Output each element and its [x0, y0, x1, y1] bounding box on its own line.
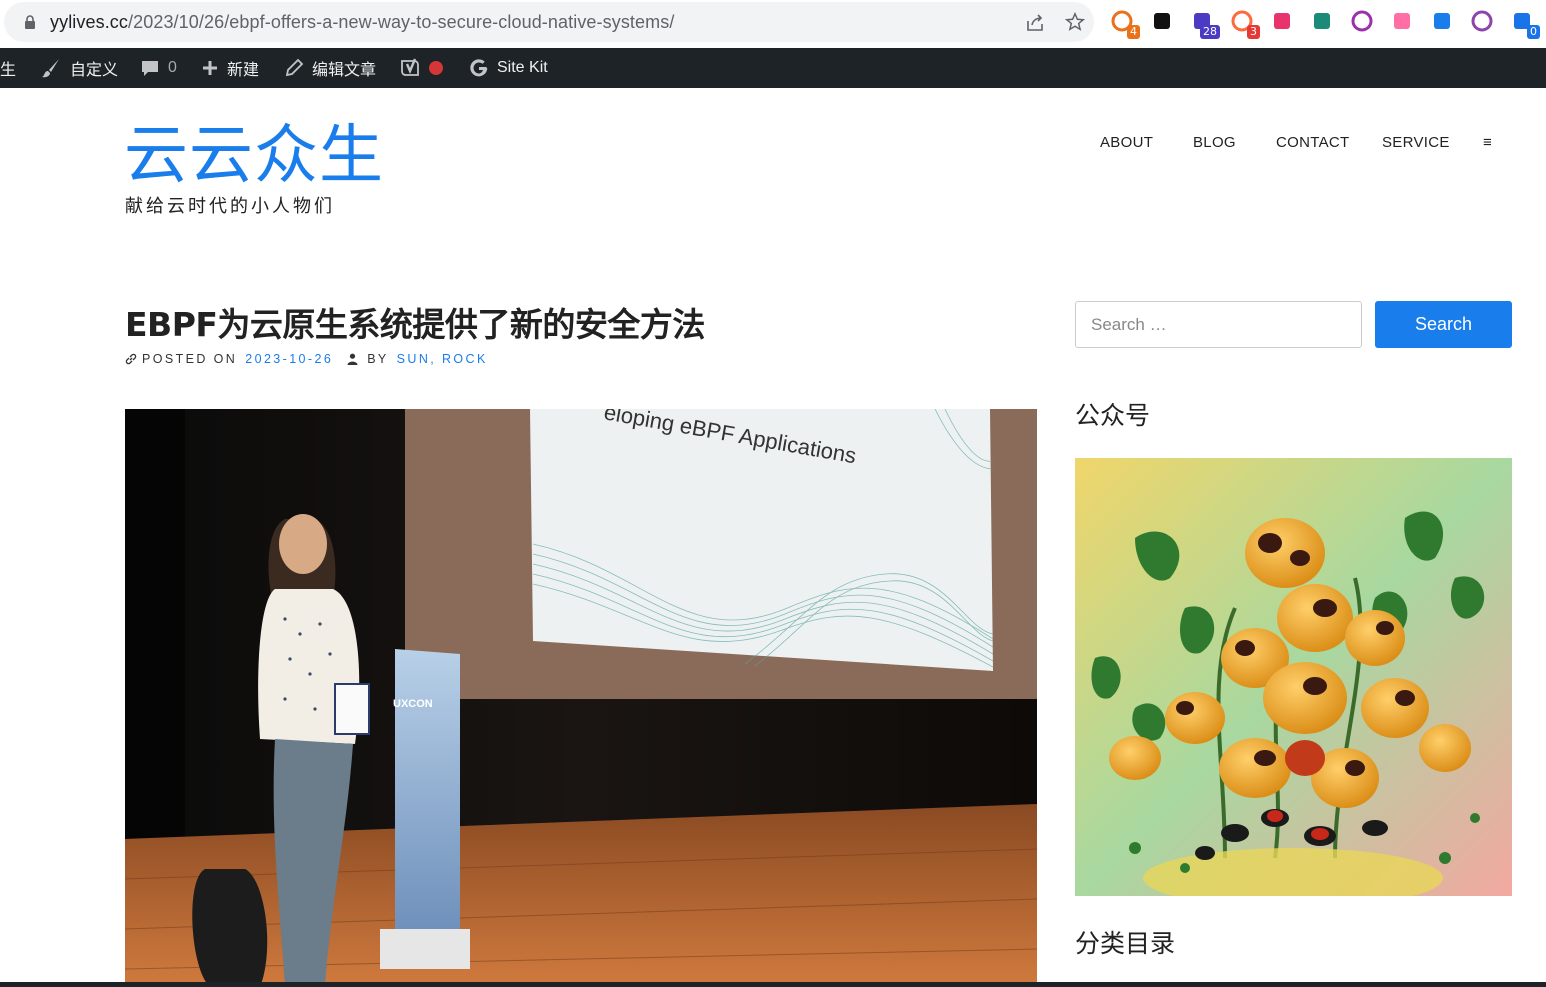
- nav-service[interactable]: SERVICE: [1382, 134, 1450, 151]
- address-bar[interactable]: yylives.cc/2023/10/26/ebpf-offers-a-new-…: [4, 2, 1094, 42]
- ext-7-extension-icon[interactable]: [1350, 9, 1374, 33]
- share-icon[interactable]: [1024, 12, 1046, 34]
- admin-new[interactable]: 新建: [201, 48, 259, 88]
- site-description: 献给云时代的小人物们: [125, 196, 335, 217]
- site-title[interactable]: 云云众生: [124, 118, 384, 194]
- admin-customize[interactable]: 自定义: [40, 48, 118, 88]
- search-input[interactable]: Search …: [1075, 301, 1362, 348]
- bottom-edge: [0, 982, 1546, 987]
- nav-blog[interactable]: BLOG: [1193, 134, 1236, 151]
- admin-site-kit[interactable]: Site Kit: [469, 48, 548, 88]
- admin-site-name-label: 生: [0, 62, 17, 79]
- podium-text: UXCON: [393, 698, 433, 710]
- url-text[interactable]: yylives.cc/2023/10/26/ebpf-offers-a-new-…: [50, 12, 674, 33]
- admin-edit-post[interactable]: 编辑文章: [284, 48, 376, 88]
- link-icon: [125, 353, 137, 365]
- admin-new-label: 新建: [227, 62, 260, 79]
- post-meta: POSTED ON 2023-10-26 BY SUN, ROCK: [125, 352, 488, 366]
- ext-3-extension-icon[interactable]: 28: [1190, 9, 1220, 39]
- posted-on-label: POSTED ON: [142, 352, 238, 366]
- admin-customize-label: 自定义: [70, 62, 119, 79]
- ext-3-badge: 28: [1200, 25, 1220, 39]
- notion-extension-icon[interactable]: [1150, 9, 1174, 33]
- url-path: /2023/10/26/ebpf-offers-a-new-way-to-sec…: [128, 12, 675, 32]
- ext-1-extension-icon[interactable]: 4: [1110, 9, 1140, 39]
- post-authors-link[interactable]: SUN, ROCK: [397, 352, 488, 366]
- ext-6-extension-icon[interactable]: [1310, 9, 1334, 33]
- ext-11-extension-icon[interactable]: 0: [1510, 9, 1540, 39]
- featured-image: eloping eBPF Applications UXCON: [125, 409, 1037, 987]
- browser-toolbar: yylives.cc/2023/10/26/ebpf-offers-a-new-…: [0, 0, 1546, 48]
- admin-site-kit-label: Site Kit: [497, 59, 548, 76]
- user-icon: [347, 353, 358, 365]
- ext-11-badge: 0: [1527, 25, 1540, 39]
- url-domain: yylives.cc: [50, 12, 129, 32]
- ext-1-badge: 4: [1127, 25, 1140, 39]
- post-title: EBPF为云原生系统提供了新的安全方法: [125, 305, 705, 344]
- widget-title-categories: 分类目录: [1075, 929, 1176, 958]
- pencil-icon: [285, 58, 304, 77]
- wechat-qr-image[interactable]: [1075, 458, 1512, 896]
- plus-icon: [203, 61, 217, 75]
- ext-4-extension-icon[interactable]: 3: [1230, 9, 1260, 39]
- admin-edit-post-label: 编辑文章: [312, 62, 377, 79]
- admin-comments-count: 0: [168, 59, 177, 76]
- ext-8-extension-icon[interactable]: [1390, 9, 1414, 33]
- bookmark-star-icon[interactable]: [1064, 11, 1086, 33]
- search-button[interactable]: Search: [1375, 301, 1512, 348]
- admin-comments[interactable]: 0: [140, 48, 177, 88]
- nav-contact[interactable]: CONTACT: [1276, 134, 1349, 151]
- widget-title-wechat: 公众号: [1075, 401, 1151, 430]
- seo-status-dot: [429, 61, 443, 75]
- comment-icon: [142, 61, 158, 76]
- lock-icon[interactable]: [24, 15, 36, 29]
- yoast-icon: [401, 58, 419, 76]
- brush-icon: [42, 59, 59, 78]
- post-date-link[interactable]: 2023-10-26: [245, 352, 333, 366]
- openai-extension-icon[interactable]: [1470, 9, 1494, 33]
- ext-9-extension-icon[interactable]: [1430, 9, 1454, 33]
- admin-site-name[interactable]: 生: [0, 48, 16, 88]
- google-g-icon: [470, 59, 488, 77]
- nav-about[interactable]: ABOUT: [1100, 134, 1153, 151]
- admin-yoast[interactable]: [399, 48, 443, 88]
- nav-menu-toggle[interactable]: ≡: [1483, 134, 1492, 151]
- wp-admin-bar: 生 自定义 0 新建 编辑文章 Site Kit: [0, 48, 1546, 88]
- by-label: BY: [367, 352, 389, 366]
- ext-4-badge: 3: [1247, 25, 1260, 39]
- translate-extension-icon[interactable]: [1270, 9, 1294, 33]
